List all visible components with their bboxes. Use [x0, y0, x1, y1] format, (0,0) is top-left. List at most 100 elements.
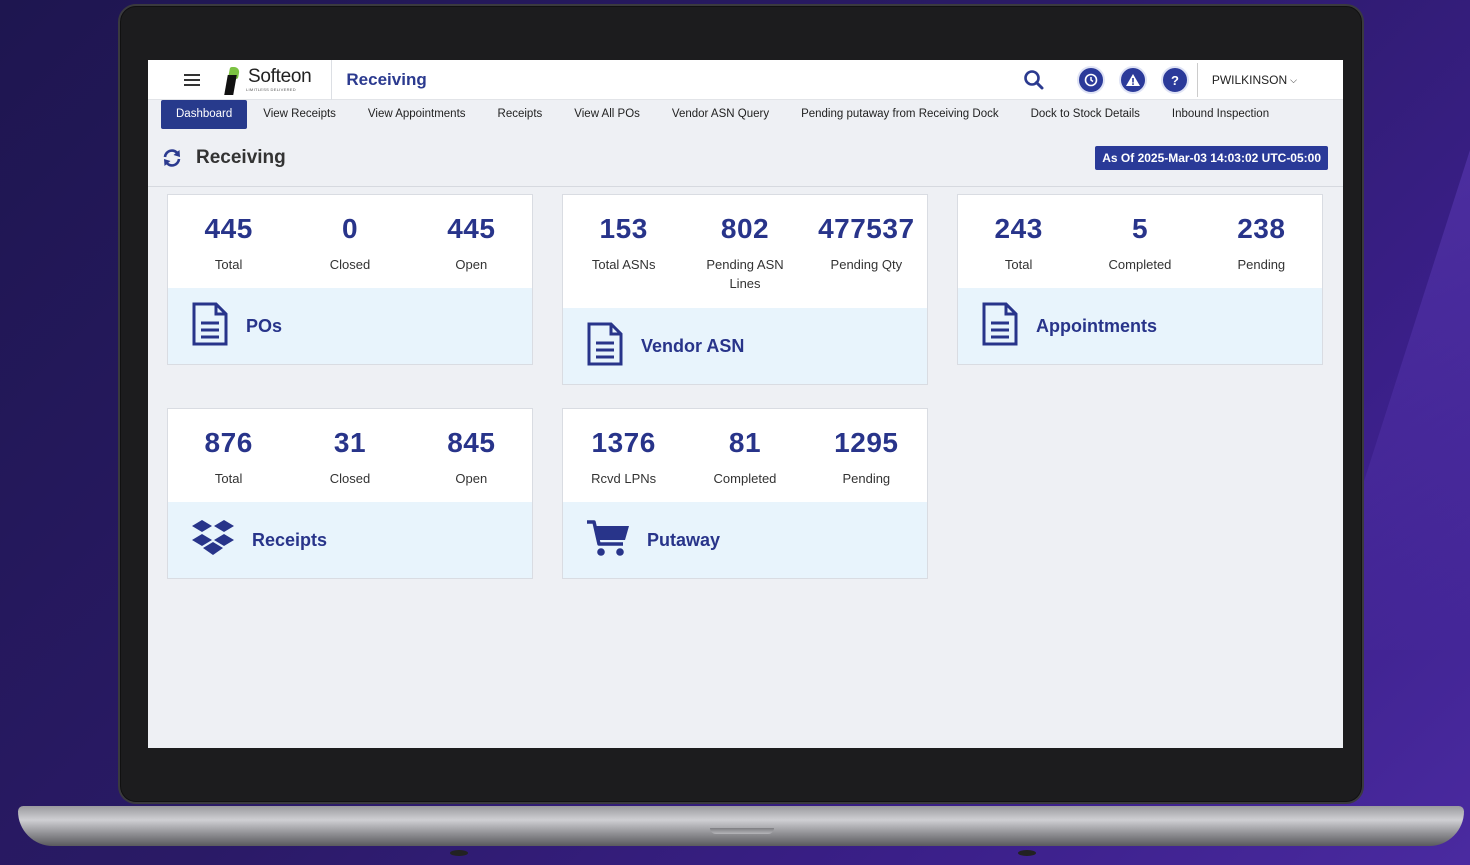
- stat-value: 445: [204, 213, 253, 244]
- stat-pending-asn-lines: 802 Pending ASN Lines: [684, 213, 805, 293]
- tab-dashboard[interactable]: Dashboard: [161, 100, 248, 129]
- stat-closed: 0 Closed: [289, 213, 410, 274]
- stat-total: 876 Total: [168, 427, 289, 488]
- stat-closed: 31 Closed: [289, 427, 410, 488]
- laptop-foot-right: [1018, 850, 1036, 856]
- user-divider: [1196, 63, 1198, 97]
- tab-view-all-pos[interactable]: View All POs: [558, 100, 656, 129]
- app-screen: Softeon LIMITLESS DELIVERED Receiving ? …: [148, 60, 1343, 748]
- help-icon[interactable]: ?: [1160, 66, 1189, 94]
- stat-label: Completed: [713, 471, 777, 486]
- stat-value: 31: [333, 427, 367, 458]
- as-of-timestamp: As Of 2025-Mar-03 14:03:02 UTC-05:00: [1095, 146, 1328, 170]
- laptop-notch: [710, 828, 774, 834]
- stat-label: Completed: [1108, 257, 1172, 272]
- document-icon: [585, 321, 625, 372]
- card-title: Vendor ASN: [641, 335, 745, 356]
- nav-tabs: Dashboard View Receipts View Appointment…: [148, 100, 1343, 129]
- stat-value: 445: [447, 213, 496, 244]
- chevron-down-icon: ⌵: [1290, 74, 1297, 85]
- stat-total: 445 Total: [168, 213, 289, 274]
- logo-mark-icon: [224, 65, 246, 95]
- stat-label: Total ASNs: [591, 257, 656, 272]
- tab-pending-putaway[interactable]: Pending putaway from Receiving Dock: [785, 100, 1015, 129]
- card-title: Receipts: [252, 529, 328, 550]
- page-title: Receiving: [196, 146, 286, 168]
- card-pos[interactable]: 445 Total 0 Closed 445 Open POs: [167, 194, 533, 365]
- card-receipts[interactable]: 876 Total 31 Closed 845 Open Receipts: [167, 408, 533, 579]
- card-appointments[interactable]: 243 Total 5 Completed 238 Pending Appointme…: [957, 194, 1323, 365]
- stat-value: 845: [447, 427, 496, 458]
- hamburger-menu-icon[interactable]: [184, 73, 200, 86]
- stat-value: 153: [599, 213, 648, 244]
- top-bar: Softeon LIMITLESS DELIVERED Receiving ? …: [148, 60, 1343, 100]
- stat-open: 445 Open: [411, 213, 532, 274]
- stat-completed: 81 Completed: [684, 427, 805, 488]
- module-title: Receiving: [346, 69, 427, 89]
- stat-pending: 238 Pending: [1201, 213, 1322, 274]
- card-footer: Receipts: [168, 502, 532, 578]
- card-title: Putaway: [647, 529, 721, 550]
- stat-value: 1376: [591, 427, 656, 458]
- card-title: Appointments: [1036, 315, 1157, 336]
- stat-label: Total: [1004, 257, 1033, 272]
- tab-view-appointments[interactable]: View Appointments: [352, 100, 482, 129]
- stat-label: Pending Qty: [830, 257, 903, 272]
- document-icon: [190, 301, 230, 352]
- alert-icon[interactable]: [1118, 66, 1147, 94]
- stat-value: 876: [204, 427, 253, 458]
- search-icon[interactable]: [1023, 69, 1045, 91]
- stat-label: Pending ASN Lines: [706, 257, 784, 291]
- stat-value: 802: [720, 213, 770, 244]
- stat-value: 477537: [818, 213, 915, 244]
- shopping-cart-icon: [585, 518, 631, 563]
- stat-label: Open: [455, 471, 488, 486]
- stat-label: Closed: [329, 471, 371, 486]
- stat-rcvd-lpns: 1376 Rcvd LPNs: [563, 427, 684, 488]
- history-icon[interactable]: [1076, 66, 1105, 94]
- header-divider: [331, 60, 333, 100]
- stat-label: Open: [455, 257, 488, 272]
- page-header: Receiving As Of 2025-Mar-03 14:03:02 UTC…: [148, 129, 1343, 187]
- card-footer: Vendor ASN: [563, 308, 927, 384]
- laptop-foot-left: [450, 850, 468, 856]
- user-menu[interactable]: PWILKINSON ⌵: [1212, 73, 1297, 87]
- stat-open: 845 Open: [411, 427, 532, 488]
- card-footer: Putaway: [563, 502, 927, 578]
- boxes-icon: [190, 518, 236, 563]
- stat-completed: 5 Completed: [1079, 213, 1200, 274]
- laptop-base: [18, 806, 1464, 846]
- stat-value: 5: [1131, 213, 1149, 244]
- stat-pending: 1295 Pending: [806, 427, 927, 488]
- stat-label: Closed: [329, 257, 371, 272]
- tab-inbound-inspection[interactable]: Inbound Inspection: [1156, 100, 1285, 129]
- stat-total: 243 Total: [958, 213, 1079, 274]
- stat-label: Rcvd LPNs: [591, 471, 657, 486]
- tab-receipts[interactable]: Receipts: [482, 100, 559, 129]
- card-footer: Appointments: [958, 288, 1322, 364]
- stat-value: 0: [341, 213, 359, 244]
- card-title: POs: [246, 315, 283, 336]
- card-putaway[interactable]: 1376 Rcvd LPNs 81 Completed 1295 Pending Pu…: [562, 408, 928, 579]
- stat-total-asns: 153 Total ASNs: [563, 213, 684, 293]
- stat-value: 1295: [834, 427, 899, 458]
- stat-label: Pending: [842, 471, 891, 486]
- stat-pending-qty: 477537 Pending Qty: [806, 213, 927, 293]
- stat-value: 81: [728, 427, 762, 458]
- tab-vendor-asn-query[interactable]: Vendor ASN Query: [656, 100, 785, 129]
- svg-text:?: ?: [1171, 73, 1179, 88]
- card-footer: POs: [168, 288, 532, 364]
- stat-label: Pending: [1237, 257, 1286, 272]
- logo-tagline: LIMITLESS DELIVERED: [246, 87, 296, 92]
- stat-value: 243: [994, 213, 1043, 244]
- logo-text: Softeon: [248, 66, 312, 87]
- stat-value: 238: [1237, 213, 1286, 244]
- tab-dock-to-stock[interactable]: Dock to Stock Details: [1015, 100, 1156, 129]
- user-name: PWILKINSON: [1211, 73, 1288, 87]
- refresh-icon[interactable]: [161, 147, 183, 169]
- stat-label: Total: [214, 471, 243, 486]
- softeon-logo[interactable]: Softeon LIMITLESS DELIVERED: [224, 60, 312, 100]
- document-icon: [980, 301, 1020, 352]
- card-vendor-asn[interactable]: 153 Total ASNs 802 Pending ASN Lines 47753…: [562, 194, 928, 385]
- tab-view-receipts[interactable]: View Receipts: [247, 100, 352, 129]
